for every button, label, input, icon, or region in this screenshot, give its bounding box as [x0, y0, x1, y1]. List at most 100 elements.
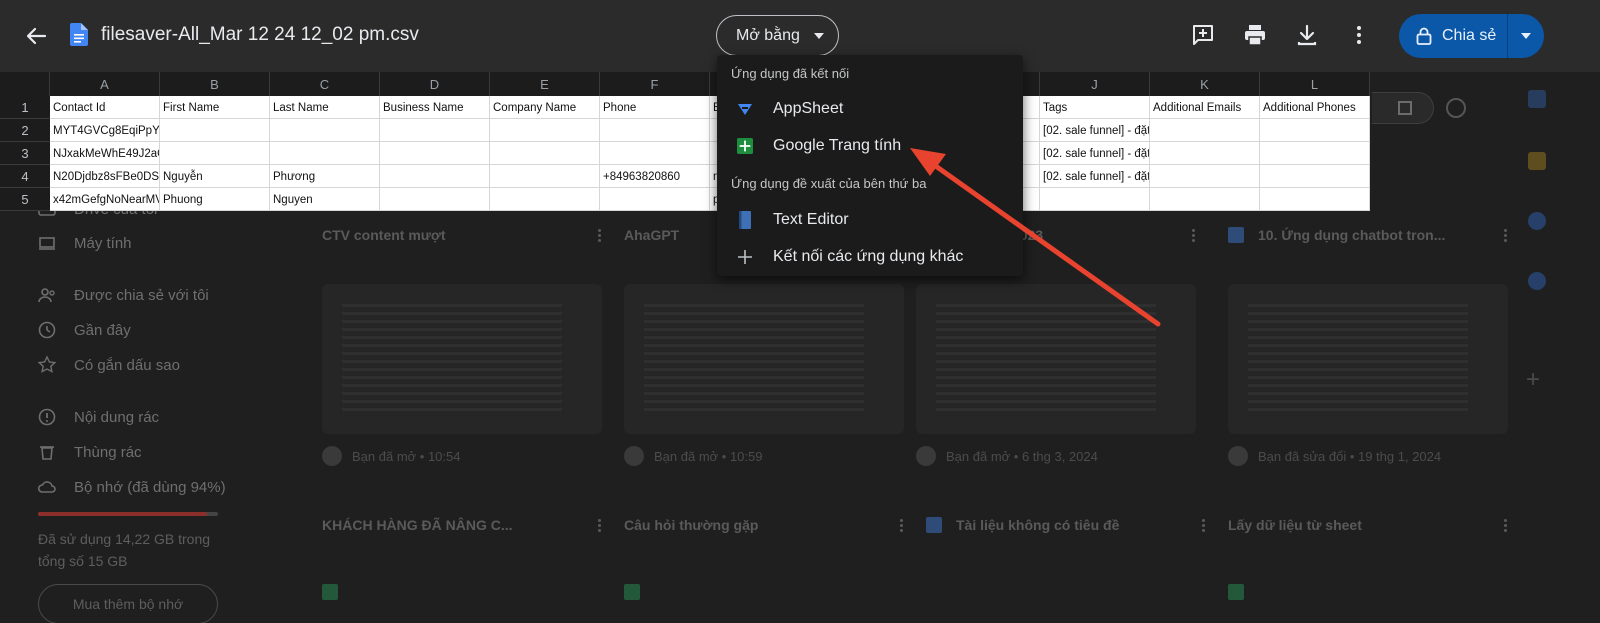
- table-cell[interactable]: [1260, 165, 1370, 188]
- table-cell[interactable]: [600, 119, 710, 142]
- table-cell[interactable]: Tags: [1040, 96, 1150, 119]
- share-button[interactable]: Chia sẻ: [1399, 14, 1508, 58]
- file-card[interactable]: CTV content mượt Bạn đã mở • 10:54: [322, 222, 602, 472]
- row-header[interactable]: 2: [0, 119, 50, 142]
- view-toggle[interactable]: [1372, 92, 1434, 124]
- download-button[interactable]: [1294, 22, 1320, 48]
- more-options-icon[interactable]: [1190, 228, 1196, 242]
- sidebar-item-shared[interactable]: Được chia sẻ với tôi: [36, 284, 209, 306]
- table-cell[interactable]: [490, 188, 600, 211]
- more-options-icon[interactable]: [1502, 518, 1508, 532]
- sidebar-item-trash[interactable]: Thùng rác: [36, 441, 142, 463]
- menu-item-connect-more-apps[interactable]: Kết nối các ứng dụng khác: [717, 239, 1023, 275]
- row-header[interactable]: 4: [0, 165, 50, 188]
- column-header[interactable]: F: [600, 72, 710, 96]
- menu-item-text-editor[interactable]: Text Editor: [717, 202, 1023, 238]
- table-cell[interactable]: Phương: [270, 165, 380, 188]
- menu-item-appsheet[interactable]: AppSheet: [717, 91, 1023, 127]
- table-cell[interactable]: Phuong: [160, 188, 270, 211]
- table-cell[interactable]: [600, 188, 710, 211]
- row-header[interactable]: 3: [0, 142, 50, 165]
- menu-item-google-sheets[interactable]: Google Trang tính: [717, 128, 1023, 164]
- table-cell[interactable]: Business Name: [380, 96, 490, 119]
- table-cell[interactable]: [160, 142, 270, 165]
- more-options-icon[interactable]: [1200, 518, 1206, 532]
- table-cell[interactable]: Phone: [600, 96, 710, 119]
- sidebar-item-recent[interactable]: Gần đây: [36, 319, 131, 341]
- table-cell[interactable]: NJxakMeWhE49J2aOyL51: [50, 142, 160, 165]
- csv-preview: ABCDEFGHIJKL 12345 Contact IdFirst NameL…: [0, 72, 1370, 211]
- table-cell[interactable]: Additional Emails: [1150, 96, 1260, 119]
- more-options-icon[interactable]: [596, 518, 602, 532]
- table-cell[interactable]: Contact Id: [50, 96, 160, 119]
- tasks-icon[interactable]: [1528, 212, 1546, 230]
- table-cell[interactable]: [380, 165, 490, 188]
- table-cell[interactable]: [270, 142, 380, 165]
- table-cell[interactable]: [490, 119, 600, 142]
- share-dropdown-button[interactable]: [1508, 14, 1544, 58]
- table-cell[interactable]: MYT4GVCg8EqiPpYnC3zT: [50, 119, 160, 142]
- table-cell[interactable]: [02. sale funnel] - đặt mua upsell: [1040, 142, 1150, 165]
- row-header[interactable]: 5: [0, 188, 50, 211]
- table-cell[interactable]: [02. sale funnel] - đặt mua bước 1: [1040, 165, 1150, 188]
- table-cell[interactable]: N20Djdbz8sFBe0DS: [50, 165, 160, 188]
- column-header[interactable]: D: [380, 72, 490, 96]
- more-actions-button[interactable]: [1346, 22, 1372, 48]
- table-cell[interactable]: [380, 119, 490, 142]
- table-cell[interactable]: +84963820860: [600, 165, 710, 188]
- table-cell[interactable]: [490, 165, 600, 188]
- column-header[interactable]: K: [1150, 72, 1260, 96]
- info-icon[interactable]: [1446, 98, 1466, 118]
- table-cell[interactable]: [600, 142, 710, 165]
- table-cell[interactable]: First Name: [160, 96, 270, 119]
- sidebar-item-computers[interactable]: Máy tính: [36, 232, 132, 254]
- table-cell[interactable]: [1150, 188, 1260, 211]
- column-header[interactable]: B: [160, 72, 270, 96]
- file-card[interactable]: Câu hỏi thường gặp: [624, 512, 904, 612]
- column-header[interactable]: C: [270, 72, 380, 96]
- open-with-button[interactable]: Mở bằng: [716, 15, 839, 56]
- table-cell[interactable]: [490, 142, 600, 165]
- table-cell[interactable]: Nguyễn: [160, 165, 270, 188]
- file-card[interactable]: Tài liệu không có tiêu đề: [926, 512, 1206, 612]
- add-addon-icon[interactable]: +: [1526, 366, 1540, 394]
- calendar-icon[interactable]: [1528, 90, 1546, 108]
- print-button[interactable]: [1242, 22, 1268, 48]
- table-cell[interactable]: [380, 188, 490, 211]
- table-cell[interactable]: [1150, 142, 1260, 165]
- sidebar-item-starred[interactable]: Có gắn dấu sao: [36, 354, 180, 376]
- table-cell[interactable]: [1150, 165, 1260, 188]
- file-card[interactable]: 10. Ứng dụng chatbot tron... Bạn đã sửa …: [1228, 222, 1508, 472]
- back-button[interactable]: [22, 22, 50, 50]
- file-card[interactable]: KHÁCH HÀNG ĐÃ NÂNG C...: [322, 512, 602, 612]
- add-comment-button[interactable]: [1190, 22, 1216, 48]
- table-cell[interactable]: Company Name: [490, 96, 600, 119]
- sidebar-item-storage[interactable]: Bộ nhớ (đã dùng 94%): [36, 476, 226, 498]
- column-header[interactable]: E: [490, 72, 600, 96]
- table-cell[interactable]: [160, 119, 270, 142]
- more-options-icon[interactable]: [1502, 228, 1508, 242]
- table-cell[interactable]: x42mGefgNoNearMV: [50, 188, 160, 211]
- buy-storage-button[interactable]: Mua thêm bộ nhớ: [38, 584, 218, 623]
- column-header[interactable]: A: [50, 72, 160, 96]
- table-cell[interactable]: [270, 119, 380, 142]
- contacts-icon[interactable]: [1528, 272, 1546, 290]
- table-cell[interactable]: Nguyen: [270, 188, 380, 211]
- table-cell[interactable]: [380, 142, 490, 165]
- column-header[interactable]: L: [1260, 72, 1370, 96]
- file-card[interactable]: Lấy dữ liệu từ sheet: [1228, 512, 1508, 612]
- row-header[interactable]: 1: [0, 96, 50, 119]
- table-cell[interactable]: [1260, 142, 1370, 165]
- table-cell[interactable]: Additional Phones: [1260, 96, 1370, 119]
- table-cell[interactable]: [1040, 188, 1150, 211]
- table-cell[interactable]: Last Name: [270, 96, 380, 119]
- keep-icon[interactable]: [1528, 152, 1546, 170]
- column-header[interactable]: J: [1040, 72, 1150, 96]
- table-cell[interactable]: [02. sale funnel] - đặt mua upsell: [1040, 119, 1150, 142]
- sidebar-item-spam[interactable]: Nội dung rác: [36, 406, 159, 428]
- table-cell[interactable]: [1260, 119, 1370, 142]
- more-options-icon[interactable]: [596, 228, 602, 242]
- table-cell[interactable]: [1150, 119, 1260, 142]
- table-cell[interactable]: [1260, 188, 1370, 211]
- more-options-icon[interactable]: [898, 518, 904, 532]
